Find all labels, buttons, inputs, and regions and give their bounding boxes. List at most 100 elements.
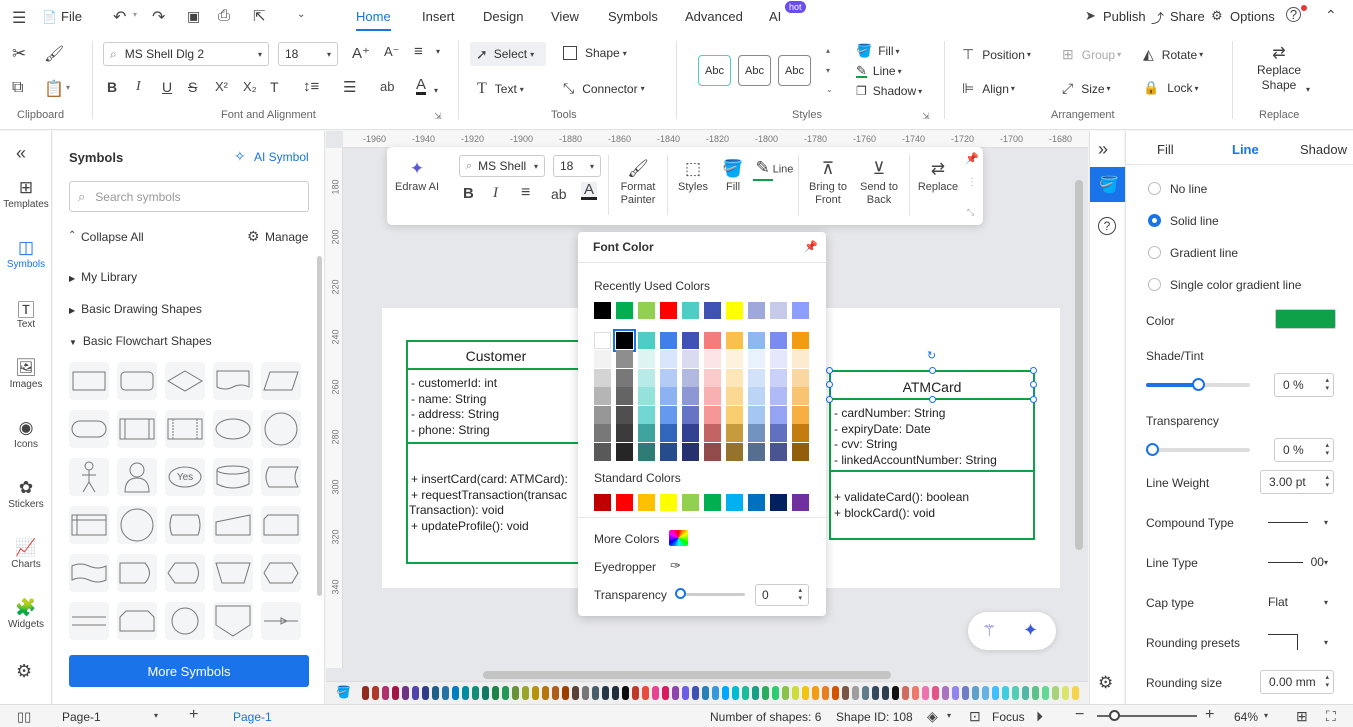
- tab-insert[interactable]: Insert: [422, 9, 455, 24]
- palette-color-swatch[interactable]: [422, 686, 429, 700]
- add-page-icon[interactable]: +: [189, 706, 198, 724]
- palette-color-swatch[interactable]: [712, 686, 719, 700]
- palette-color-swatch[interactable]: [1062, 686, 1069, 700]
- rail-widgets[interactable]: 🧩 Widgets: [0, 597, 52, 630]
- fullscreen-icon[interactable]: ⛶: [1326, 708, 1336, 725]
- text-button[interactable]: T Text ▾: [477, 80, 524, 98]
- file-menu[interactable]: File: [61, 9, 82, 24]
- rail-text[interactable]: 🅃Text: [0, 297, 52, 331]
- palette-color-swatch[interactable]: [852, 686, 859, 700]
- standard-color-swatch[interactable]: [704, 494, 721, 511]
- no-line-radio[interactable]: [1148, 182, 1161, 195]
- resize-handle[interactable]: [826, 367, 833, 374]
- magic-wand-icon[interactable]: ⚚: [982, 621, 996, 641]
- shade-color-swatch[interactable]: [792, 405, 809, 424]
- shade-color-swatch[interactable]: [748, 368, 765, 387]
- size-button[interactable]: ⤢ Size ▾: [1062, 80, 1111, 97]
- more-symbols-button[interactable]: More Symbols: [69, 655, 309, 687]
- cap-type-select[interactable]: Flat ▾: [1260, 590, 1334, 614]
- shape-decision[interactable]: [165, 362, 205, 400]
- send-to-back-button[interactable]: ⊻ Send to Back: [853, 155, 905, 207]
- shade-color-swatch[interactable]: [594, 424, 611, 442]
- line-color-swatch[interactable]: [1275, 309, 1336, 329]
- styles-button[interactable]: ⬚ Styles: [671, 155, 715, 194]
- palette-color-swatch[interactable]: [792, 686, 799, 700]
- shade-color-swatch[interactable]: [682, 387, 699, 405]
- palette-color-swatch[interactable]: [762, 686, 769, 700]
- dialog-launcher-icon[interactable]: ⇲: [434, 111, 442, 122]
- palette-color-swatch[interactable]: [552, 686, 559, 700]
- shape-preparation[interactable]: [261, 554, 301, 592]
- shade-color-swatch[interactable]: [748, 424, 765, 442]
- shape-direct-data[interactable]: [165, 506, 205, 544]
- palette-color-swatch[interactable]: [512, 686, 519, 700]
- standard-color-swatch[interactable]: [638, 494, 655, 511]
- subscript-icon[interactable]: X₂: [243, 79, 257, 94]
- shade-color-swatch[interactable]: [792, 368, 809, 387]
- recent-color-swatch[interactable]: [594, 302, 611, 319]
- shade-color-swatch[interactable]: [748, 387, 765, 405]
- palette-color-swatch[interactable]: [472, 686, 479, 700]
- replace-shape-button[interactable]: ⇄ Replace Shape: [1252, 43, 1306, 93]
- font-color-icon[interactable]: A: [416, 77, 427, 95]
- shade-color-swatch[interactable]: [748, 442, 765, 461]
- palette-color-swatch[interactable]: [522, 686, 529, 700]
- stepper-icon[interactable]: ▴ ▾: [1325, 377, 1329, 393]
- palette-color-swatch[interactable]: [1032, 686, 1039, 700]
- more-vertical-icon[interactable]: ⋮: [967, 177, 977, 188]
- shade-color-swatch[interactable]: [748, 405, 765, 424]
- palette-color-swatch[interactable]: [532, 686, 539, 700]
- shade-color-swatch[interactable]: [770, 350, 787, 368]
- palette-color-swatch[interactable]: [962, 686, 969, 700]
- shade-color-swatch[interactable]: [726, 442, 743, 461]
- shape-rounded-rect[interactable]: [117, 362, 157, 400]
- search-symbols-input[interactable]: ⌕ Search symbols: [69, 181, 309, 212]
- transparency-slider[interactable]: [1146, 448, 1250, 452]
- shape-actor[interactable]: [69, 458, 109, 496]
- shade-color-swatch[interactable]: [682, 424, 699, 442]
- redo-icon[interactable]: ↷: [152, 7, 165, 27]
- shade-color-swatch[interactable]: [660, 442, 677, 461]
- resize-handle[interactable]: [826, 381, 833, 388]
- vertical-scrollbar[interactable]: [1075, 180, 1083, 550]
- shade-color-swatch[interactable]: [704, 405, 721, 424]
- strikethrough-icon[interactable]: S: [188, 79, 197, 95]
- palette-color-swatch[interactable]: [1072, 686, 1079, 700]
- collapse-all-button[interactable]: Collapse All: [81, 230, 144, 244]
- save-icon[interactable]: ▣: [187, 8, 200, 25]
- cut-icon[interactable]: ✂: [12, 44, 26, 64]
- hamburger-icon[interactable]: ☰: [12, 8, 26, 28]
- underline-icon[interactable]: U: [162, 79, 172, 95]
- recent-color-swatch[interactable]: [792, 302, 809, 319]
- sparkle-icon[interactable]: ✦: [1023, 620, 1038, 641]
- palette-color-swatch[interactable]: [592, 686, 599, 700]
- palette-color-swatch[interactable]: [392, 686, 399, 700]
- slider-thumb[interactable]: [675, 588, 686, 599]
- palette-color-swatch[interactable]: [912, 686, 919, 700]
- font-name-select[interactable]: ⌕ MS Shell Dlg 2 ▾: [103, 42, 269, 66]
- paste-icon[interactable]: 📋: [44, 79, 64, 99]
- recent-color-swatch[interactable]: [616, 302, 633, 319]
- standard-color-swatch[interactable]: [726, 494, 743, 511]
- palette-color-swatch[interactable]: [782, 686, 789, 700]
- text-style-icon[interactable]: ab: [551, 186, 567, 202]
- palette-color-swatch[interactable]: [502, 686, 509, 700]
- resize-handle[interactable]: [929, 396, 936, 403]
- shade-color-swatch[interactable]: [682, 350, 699, 368]
- shade-color-swatch[interactable]: [616, 350, 633, 368]
- palette-color-swatch[interactable]: [922, 686, 929, 700]
- connector-button[interactable]: ⤡ Connector ▾: [563, 80, 645, 97]
- shade-color-swatch[interactable]: [638, 368, 655, 387]
- resize-icon[interactable]: ⤡: [967, 207, 974, 218]
- tree-my-library[interactable]: ▶ My Library: [69, 270, 137, 284]
- tab-line[interactable]: Line: [1232, 142, 1259, 157]
- shade-color-swatch[interactable]: [638, 350, 655, 368]
- standard-color-swatch[interactable]: [616, 494, 633, 511]
- standard-color-swatch[interactable]: [682, 494, 699, 511]
- transparency-input[interactable]: 0 ▴ ▾: [755, 584, 809, 606]
- pin-icon[interactable]: 📌: [804, 240, 818, 253]
- palette-color-swatch[interactable]: [482, 686, 489, 700]
- palette-color-swatch[interactable]: [992, 686, 999, 700]
- palette-color-swatch[interactable]: [402, 686, 409, 700]
- palette-color-swatch[interactable]: [372, 686, 379, 700]
